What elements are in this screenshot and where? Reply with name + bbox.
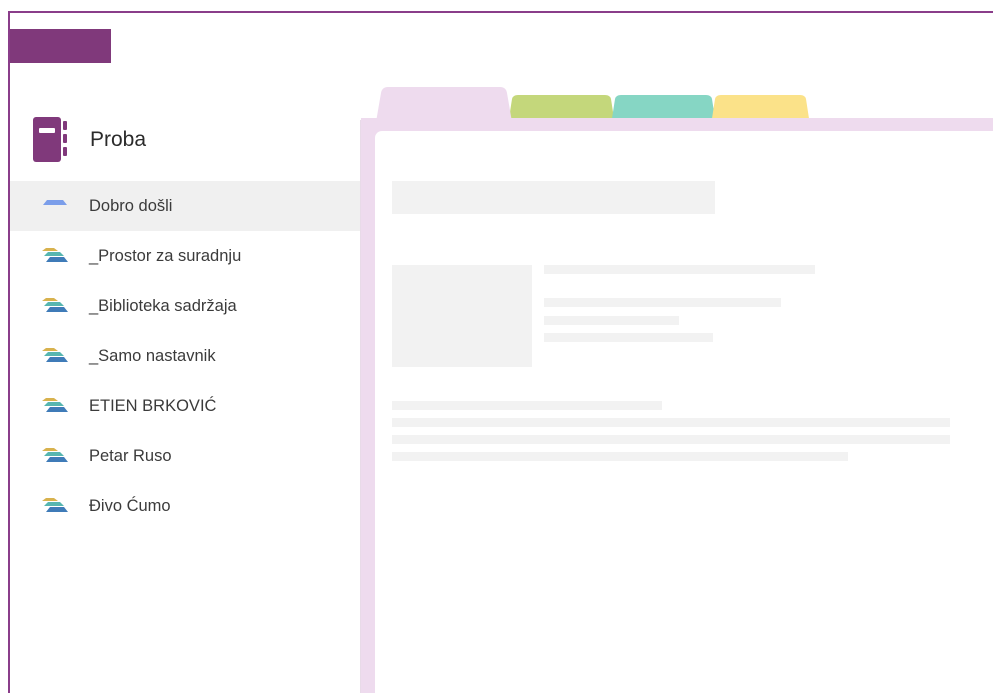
section-label: Đivo Ćumo	[89, 496, 171, 515]
section-label: Petar Ruso	[89, 446, 172, 465]
section-item-prostor-za-suradnju[interactable]: _Prostor za suradnju	[10, 231, 361, 281]
section-item-divo-cumo[interactable]: Đivo Ćumo	[10, 481, 361, 531]
page-canvas[interactable]	[375, 131, 993, 693]
placeholder-line	[544, 316, 679, 325]
brand-bar	[10, 29, 111, 63]
section-group-icon	[42, 498, 68, 512]
placeholder-line	[392, 401, 662, 410]
section-item-etien-brkovic[interactable]: ETIEN BRKOVIĆ	[10, 381, 361, 431]
section-label: Dobro došli	[89, 196, 173, 215]
section-group-icon	[42, 298, 68, 312]
section-label: _Prostor za suradnju	[89, 246, 242, 265]
section-item-biblioteka-sadrzaja[interactable]: _Biblioteka sadržaja	[10, 281, 361, 331]
section-label: _Samo nastavnik	[89, 346, 216, 365]
notebook-icon	[33, 117, 67, 162]
placeholder-image	[392, 265, 532, 367]
section-icon	[43, 200, 67, 205]
section-group-icon	[42, 448, 68, 462]
section-item-petar-ruso[interactable]: Petar Ruso	[10, 431, 361, 481]
tab-active[interactable]	[376, 87, 512, 122]
section-group-icon	[42, 348, 68, 362]
placeholder-line	[544, 298, 781, 307]
placeholder-line	[392, 452, 848, 461]
section-label: _Biblioteka sadržaja	[89, 296, 237, 315]
notebook-title: Proba	[90, 127, 147, 151]
placeholder-line	[544, 265, 815, 274]
section-group-icon	[42, 248, 68, 262]
placeholder-line	[392, 418, 950, 427]
section-group-icon	[42, 398, 68, 412]
section-list: Dobro došli _Prostor za suradnju _Biblio…	[10, 181, 361, 531]
section-item-dobro-dosli[interactable]: Dobro došli	[10, 181, 361, 231]
placeholder-line	[392, 435, 950, 444]
placeholder-title	[392, 181, 715, 214]
section-item-samo-nastavnik[interactable]: _Samo nastavnik	[10, 331, 361, 381]
notebook-header[interactable]: Proba	[33, 117, 146, 162]
placeholder-line	[544, 333, 713, 342]
section-label: ETIEN BRKOVIĆ	[89, 396, 217, 415]
